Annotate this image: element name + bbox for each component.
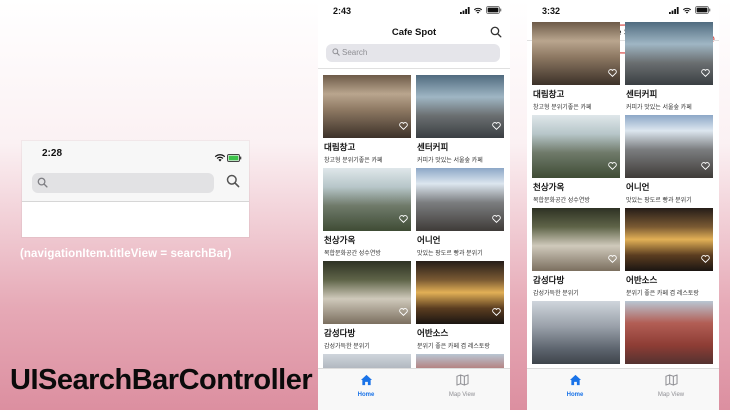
search-input[interactable]: Search	[326, 44, 500, 62]
heart-icon[interactable]	[608, 64, 617, 82]
status-time: 2:43	[333, 6, 352, 16]
tab-label: Map View	[448, 392, 476, 398]
cafe-desc: 감성가득한 분위기	[533, 291, 579, 297]
status-icons	[669, 6, 711, 14]
tab-label: Home	[357, 392, 375, 398]
tab-map-view[interactable]: Map View	[623, 373, 719, 398]
cafe-photo	[532, 301, 620, 364]
search-icon	[226, 174, 240, 188]
signal-icon	[460, 6, 470, 14]
signal-icon	[669, 6, 679, 14]
search-icon	[37, 177, 48, 188]
search-button[interactable]	[226, 174, 240, 193]
search-button[interactable]	[490, 25, 502, 43]
cafe-name: 센터커피	[626, 89, 658, 99]
cafe-photo	[416, 261, 504, 324]
cafe-photo	[532, 208, 620, 271]
navigation-bar	[22, 165, 249, 202]
search-icon	[332, 48, 340, 56]
heart-icon[interactable]	[701, 250, 710, 268]
search-icon	[490, 26, 502, 38]
nav-title: Cafe Spot	[391, 27, 437, 38]
cafe-name: 어니언	[626, 182, 650, 192]
status-time: 2:28	[42, 148, 63, 159]
cafe-desc: 복합문화공간 성수연방	[533, 198, 590, 204]
battery-icon	[486, 6, 502, 14]
cafe-photo	[416, 75, 504, 138]
tab-home[interactable]: Home	[527, 373, 623, 398]
battery-icon	[695, 6, 711, 14]
cafe-photo	[625, 208, 713, 271]
home-icon	[569, 374, 581, 386]
wifi-icon	[473, 7, 483, 14]
cafe-desc: 커피가 맛있는 서울숲 카페	[626, 105, 692, 111]
cafe-name: 대림창고	[324, 142, 356, 152]
slide-title: UISearchBarController ??	[10, 364, 355, 396]
cafe-desc: 창고형 분위기좋은 카페	[324, 158, 383, 164]
cafe-photo	[323, 75, 411, 138]
heart-icon[interactable]	[399, 210, 408, 228]
cafe-desc: 맛있는 팡도르 빵과 분위기	[417, 251, 483, 257]
cafe-photo	[323, 261, 411, 324]
heart-icon[interactable]	[492, 210, 501, 228]
cafe-photo	[625, 301, 713, 364]
cafe-name: 어니언	[417, 235, 441, 245]
cafe-name: 천상가옥	[533, 182, 565, 192]
map-icon	[664, 374, 678, 386]
searchbar-demo-card: 2:28	[22, 141, 249, 237]
cafe-desc: 분위기 좋은 카페 겸 레스토랑	[417, 344, 490, 350]
cafe-name: 센터커피	[417, 142, 449, 152]
heart-icon[interactable]	[701, 64, 710, 82]
cafe-photo	[323, 168, 411, 231]
cafe-photo	[625, 22, 713, 85]
cafe-name: 감성다방	[533, 275, 565, 285]
cafe-photo	[416, 168, 504, 231]
tab-map-view[interactable]: Map View	[414, 373, 510, 398]
status-icons	[460, 6, 502, 14]
home-icon	[360, 374, 372, 386]
cafe-desc: 창고형 분위기좋은 카페	[533, 105, 592, 111]
cafe-photo	[625, 115, 713, 178]
cafe-name: 어반소스	[626, 275, 658, 285]
search-input[interactable]	[32, 173, 214, 193]
cafe-name: 천상가옥	[324, 235, 356, 245]
heart-icon[interactable]	[608, 250, 617, 268]
cafe-desc: 복합문화공간 성수연방	[324, 251, 381, 257]
phone-screen-1: 2:43 Cafe Spot Search 대림창고 창고형 분위기좋은 카페 …	[318, 0, 510, 410]
tab-label: Map View	[657, 392, 685, 398]
phone-screen-2: 3:32 Cafe Spot 대림창고 창고형 분위기좋은 카페 센터커피 커피…	[527, 0, 719, 410]
heart-icon[interactable]	[492, 303, 501, 321]
cafe-photo	[532, 115, 620, 178]
cafe-desc: 감성가득한 분위기	[324, 344, 370, 350]
heart-icon[interactable]	[399, 303, 408, 321]
cafe-name: 대림창고	[533, 89, 565, 99]
demo-caption: (navigationItem.titleView = searchBar)	[20, 248, 232, 260]
nav-divider	[318, 68, 510, 69]
tab-bar: Home Map View	[527, 368, 719, 410]
status-bar: 2:28	[22, 141, 249, 165]
cafe-name: 감성다방	[324, 328, 356, 338]
cafe-desc: 커피가 맛있는 서울숲 카페	[417, 158, 483, 164]
tab-home[interactable]: Home	[318, 373, 414, 398]
status-time: 3:32	[542, 6, 561, 16]
cafe-desc: 분위기 좋은 카페 겸 레스토랑	[626, 291, 699, 297]
cafe-desc: 맛있는 팡도르 빵과 분위기	[626, 198, 692, 204]
tab-bar: Home Map View	[318, 368, 510, 410]
tab-label: Home	[566, 392, 584, 398]
wifi-icon	[682, 7, 692, 14]
cafe-name: 어반소스	[417, 328, 449, 338]
cafe-photo	[532, 22, 620, 85]
search-placeholder: Search	[342, 48, 368, 57]
heart-icon[interactable]	[399, 117, 408, 135]
heart-icon[interactable]	[701, 157, 710, 175]
heart-icon[interactable]	[608, 157, 617, 175]
map-icon	[455, 374, 469, 386]
heart-icon[interactable]	[492, 117, 501, 135]
